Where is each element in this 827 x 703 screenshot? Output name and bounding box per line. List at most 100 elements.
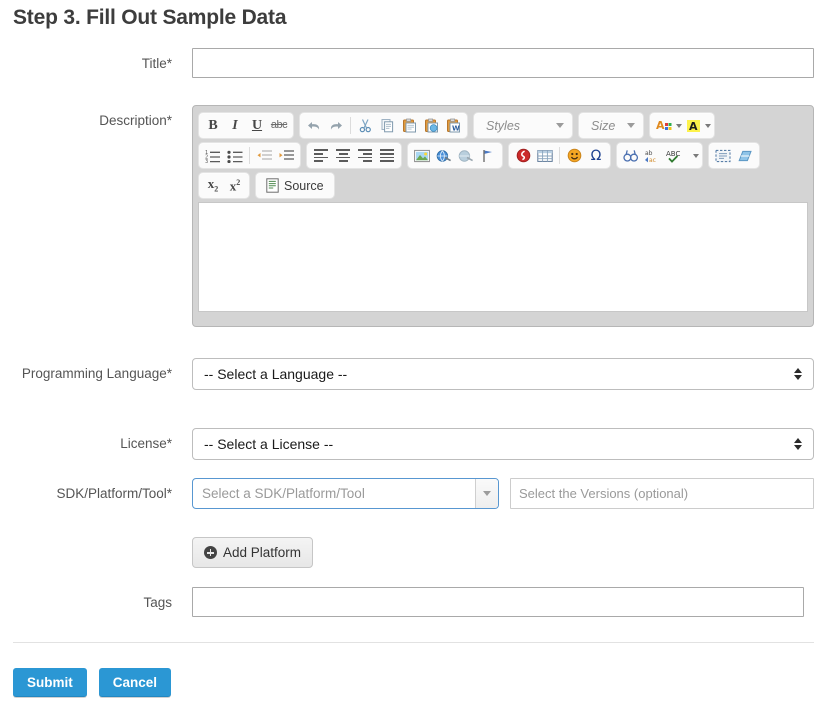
unlink-icon[interactable] — [455, 145, 477, 167]
add-platform-button[interactable]: Add Platform — [192, 537, 314, 568]
link-icon[interactable] — [433, 145, 455, 167]
sdk-platform-tool-label: SDK/Platform/Tool* — [56, 486, 172, 501]
programming-language-select[interactable]: -- Select a Language -- — [192, 358, 814, 390]
toolbar-group-styles: Styles — [473, 112, 573, 139]
superscript-icon[interactable]: x2 — [224, 175, 246, 197]
toolbar-group-media: Ω — [508, 142, 611, 169]
align-right-icon[interactable] — [354, 145, 376, 167]
license-select[interactable]: -- Select a License -- — [192, 428, 814, 460]
title-input[interactable] — [192, 48, 814, 78]
sdk-platform-tool-row: SDK/Platform/Tool* Select a SDK/Platform… — [0, 478, 827, 509]
image-icon[interactable] — [411, 145, 433, 167]
smiley-icon[interactable] — [563, 145, 585, 167]
editor-status-bar — [198, 312, 808, 334]
programming-language-selected-value: -- Select a Language -- — [204, 366, 348, 382]
styles-dropdown[interactable]: Styles — [477, 114, 569, 137]
programming-language-label: Programming Language* — [21, 366, 172, 381]
cut-icon[interactable] — [354, 115, 376, 137]
plus-circle-icon — [204, 546, 217, 559]
toolbar-group-document — [708, 142, 760, 169]
programming-language-row: Programming Language* -- Select a Langua… — [0, 358, 827, 390]
toolbar-group-colors: A A — [649, 112, 715, 139]
decrease-indent-icon[interactable] — [253, 145, 275, 167]
source-button-label: Source — [284, 178, 324, 193]
flash-icon[interactable] — [512, 145, 534, 167]
toolbar-group-insert — [407, 142, 503, 169]
footer-divider — [13, 642, 814, 643]
paste-icon[interactable] — [398, 115, 420, 137]
editor-content-area[interactable] — [198, 202, 808, 312]
italic-icon[interactable]: I — [224, 115, 246, 137]
sdk-platform-tool-select[interactable]: Select a SDK/Platform/Tool — [192, 478, 499, 509]
subscript-icon[interactable]: x2 — [202, 175, 224, 197]
background-color-icon[interactable]: A — [682, 115, 704, 137]
paste-from-word-icon[interactable]: W — [442, 115, 464, 137]
align-center-icon[interactable] — [332, 145, 354, 167]
justify-icon[interactable] — [376, 145, 398, 167]
description-row: Description* B I U abc W Styles Size A A… — [0, 105, 827, 327]
replace-icon[interactable]: ab ac — [642, 145, 664, 167]
sample-data-form-page: Step 3. Fill Out Sample Data Title* Desc… — [0, 0, 827, 703]
find-icon[interactable] — [620, 145, 642, 167]
tags-row: Tags — [0, 587, 827, 617]
spell-check-icon[interactable]: ABC — [664, 145, 692, 167]
numbered-list-icon[interactable]: 1 2 3 — [202, 145, 224, 167]
svg-text:ABC: ABC — [666, 150, 680, 158]
increase-indent-icon[interactable] — [275, 145, 297, 167]
dropdown-arrow-icon[interactable] — [475, 479, 498, 508]
footer-actions: Submit Cancel — [13, 668, 172, 697]
editor-toolbar-row-1: B I U abc W Styles Size A A — [198, 112, 808, 139]
chevron-down-icon[interactable] — [705, 123, 711, 128]
table-icon[interactable] — [534, 145, 556, 167]
add-platform-row: Add Platform — [192, 537, 314, 568]
toolbar-group-size: Size — [578, 112, 644, 139]
size-dropdown[interactable]: Size — [582, 114, 640, 137]
show-blocks-icon[interactable] — [712, 145, 734, 167]
page-title: Step 3. Fill Out Sample Data — [13, 6, 287, 29]
tags-label: Tags — [143, 595, 172, 610]
svg-text:ab: ab — [645, 150, 653, 157]
underline-icon[interactable]: U — [246, 115, 268, 137]
select-arrows-icon — [794, 368, 802, 380]
toolbar-group-source: Source — [255, 172, 335, 199]
license-label: License* — [120, 436, 172, 451]
toolbar-group-clipboard: W — [299, 112, 468, 139]
toolbar-separator — [350, 117, 351, 134]
cancel-button[interactable]: Cancel — [98, 668, 172, 697]
toolbar-group-basic-styles: B I U abc — [198, 112, 294, 139]
svg-text:A: A — [689, 120, 698, 133]
size-dropdown-label: Size — [591, 118, 616, 133]
svg-text:A: A — [656, 119, 665, 132]
toolbar-separator — [559, 147, 560, 164]
versions-input[interactable] — [510, 478, 814, 509]
anchor-icon[interactable] — [477, 145, 499, 167]
title-label: Title* — [141, 56, 172, 71]
bulleted-list-icon[interactable] — [224, 145, 246, 167]
svg-text:3: 3 — [205, 159, 208, 163]
text-color-icon[interactable]: A — [653, 115, 675, 137]
sdk-platform-tool-placeholder: Select a SDK/Platform/Tool — [202, 486, 365, 501]
toolbar-group-tools: ab ac ABC — [616, 142, 703, 169]
chevron-down-icon[interactable] — [693, 153, 699, 158]
chevron-down-icon — [627, 123, 635, 128]
add-platform-button-label: Add Platform — [223, 545, 302, 560]
redo-icon[interactable] — [325, 115, 347, 137]
paste-as-plain-text-icon[interactable] — [420, 115, 442, 137]
undo-icon[interactable] — [303, 115, 325, 137]
tags-input[interactable] — [192, 587, 804, 617]
license-selected-value: -- Select a License -- — [204, 436, 334, 452]
toolbar-group-script: x2 x2 — [198, 172, 250, 199]
license-row: License* -- Select a License -- — [0, 428, 827, 460]
styles-dropdown-label: Styles — [486, 118, 521, 133]
rich-text-editor[interactable]: B I U abc W Styles Size A A 1 2 3 Ω ab a… — [192, 105, 814, 327]
toolbar-group-lists: 1 2 3 — [198, 142, 301, 169]
copy-icon[interactable] — [376, 115, 398, 137]
bold-icon[interactable]: B — [202, 115, 224, 137]
align-left-icon[interactable] — [310, 145, 332, 167]
source-button[interactable]: Source — [259, 174, 331, 197]
strikethrough-icon[interactable]: abc — [268, 115, 290, 137]
submit-button[interactable]: Submit — [13, 668, 87, 697]
select-arrows-icon — [794, 438, 802, 450]
special-character-icon[interactable]: Ω — [585, 145, 607, 167]
remove-format-icon[interactable] — [734, 145, 756, 167]
